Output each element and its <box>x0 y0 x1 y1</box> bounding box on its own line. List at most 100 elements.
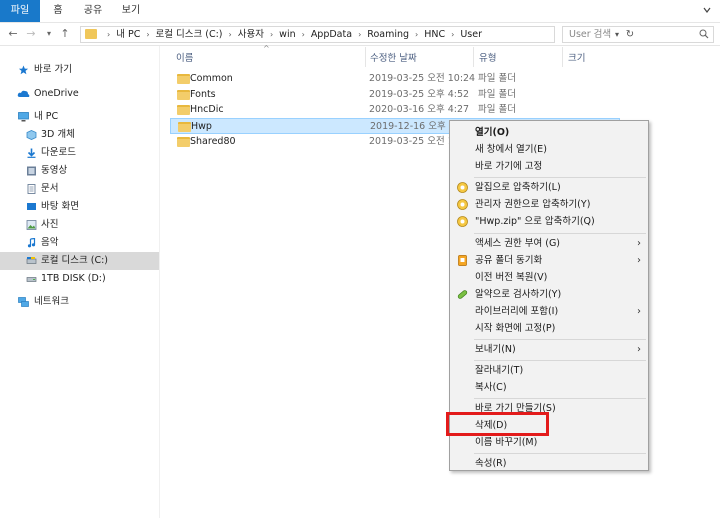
address-bar[interactable]: › 내 PC › 로컬 디스크 (C:) › 사용자 › win › AppData › Roamin… <box>80 26 634 43</box>
file-date: 2020-03-16 오후 4:27 <box>369 104 470 115</box>
file-date: 2019-03-25 오전 1 <box>369 136 454 147</box>
menu-separator <box>474 453 646 454</box>
alzip-zip-icon <box>457 216 468 227</box>
menu-item-send-to[interactable]: 보내기(N) › <box>451 341 647 358</box>
crumb-hnc[interactable]: HNC <box>424 29 445 40</box>
sidebar-item-onedrive[interactable]: OneDrive <box>0 85 159 103</box>
file-date: 2019-03-25 오전 10:24 <box>369 73 476 84</box>
drive-icon <box>26 257 37 264</box>
sidebar-item-documents[interactable]: 문서 <box>0 180 159 198</box>
picture-icon <box>26 220 37 230</box>
menu-item-alyac-scan[interactable]: 알약으로 검사하기(Y) <box>451 286 647 303</box>
music-icon <box>27 238 36 248</box>
menu-item-restore-previous[interactable]: 이전 버전 복원(V) <box>451 269 647 286</box>
sidebar-item-label: OneDrive <box>34 88 79 99</box>
navigation-bar: ← → ▾ ↑ › 내 PC › 로컬 디스크 (C:) › 사용자 › win › AppDat… <box>0 22 720 46</box>
sidebar-item-network[interactable]: 네트워크 <box>0 293 159 311</box>
recent-dropdown-icon[interactable]: ▾ <box>42 27 56 41</box>
menu-item-alzip-admin[interactable]: 관리자 권한으로 압축하기(Y) <box>451 196 647 213</box>
sidebar-item-3d-objects[interactable]: 3D 개체 <box>0 126 159 144</box>
submenu-arrow-icon: › <box>637 238 641 249</box>
menu-item-include-library[interactable]: 라이브러리에 포함(I) › <box>451 303 647 320</box>
file-name: Shared80 <box>190 136 236 147</box>
menu-item-properties[interactable]: 속성(R) <box>451 455 647 472</box>
crumb-users[interactable]: 사용자 <box>238 29 264 40</box>
crumb-local-disk[interactable]: 로컬 디스크 (C:) <box>156 29 223 40</box>
sidebar-item-label: 바로 가기 <box>34 64 72 75</box>
menu-item-compress-zip[interactable]: "Hwp.zip" 으로 압축하기(Q) <box>451 213 647 230</box>
sort-ascending-icon: ^ <box>263 44 270 53</box>
folder-icon <box>85 29 97 39</box>
tab-share[interactable]: 공유 <box>78 0 108 22</box>
cloud-icon <box>17 90 30 97</box>
sidebar-item-pictures[interactable]: 사진 <box>0 216 159 234</box>
sidebar-item-label: 내 PC <box>34 111 59 122</box>
column-header-date[interactable]: 수정한 날짜 <box>370 52 417 66</box>
sidebar-item-label: 바탕 화면 <box>41 201 79 212</box>
menu-item-alzip-compress[interactable]: 알집으로 압축하기(L) <box>451 179 647 196</box>
tab-view[interactable]: 보기 <box>116 0 146 22</box>
menu-item-give-access[interactable]: 액세스 권한 부여 (G) › <box>451 235 647 252</box>
menu-item-pin-start[interactable]: 시작 화면에 고정(P) <box>451 320 647 337</box>
menu-item-rename[interactable]: 이름 바꾸기(M) <box>451 434 647 451</box>
tab-file[interactable]: 파일 <box>0 0 40 22</box>
menu-item-copy[interactable]: 복사(C) <box>451 379 647 396</box>
menu-item-cut[interactable]: 잘라내기(T) <box>451 362 647 379</box>
menu-separator <box>474 339 646 340</box>
file-row-hncdic[interactable]: HncDic 2020-03-16 오후 4:27 파일 폴더 <box>170 102 620 118</box>
sidebar-item-downloads[interactable]: 다운로드 <box>0 144 159 162</box>
folder-icon <box>177 90 190 100</box>
folder-icon <box>177 137 190 147</box>
menu-item-open[interactable]: 열기(O) <box>451 124 647 141</box>
crumb-win[interactable]: win <box>279 29 295 40</box>
column-header-type[interactable]: 유형 <box>479 52 496 66</box>
back-arrow-icon[interactable]: ← <box>6 27 20 41</box>
tab-home[interactable]: 홈 <box>45 0 71 22</box>
sidebar-item-desktop[interactable]: 바탕 화면 <box>0 198 159 216</box>
folder-icon <box>177 74 190 84</box>
column-divider[interactable] <box>473 47 474 67</box>
crumb-user[interactable]: User <box>460 29 482 40</box>
sidebar-item-quick-access[interactable]: 바로 가기 <box>0 61 159 79</box>
crumb-roaming[interactable]: Roaming <box>367 29 409 40</box>
crumb-appdata[interactable]: AppData <box>311 29 352 40</box>
column-divider[interactable] <box>562 47 563 67</box>
expand-ribbon-icon[interactable] <box>702 5 712 15</box>
file-row-common[interactable]: Common 2019-03-25 오전 10:24 파일 폴더 <box>170 71 620 87</box>
sidebar-item-videos[interactable]: 동영상 <box>0 162 159 180</box>
sidebar-item-d-drive[interactable]: 1TB DISK (D:) <box>0 270 159 288</box>
drive-icon <box>26 277 37 282</box>
sidebar-item-local-disk[interactable]: 로컬 디스크 (C:) <box>0 252 159 270</box>
menu-item-sync-shared-folder[interactable]: 공유 폴더 동기화 › <box>451 252 647 269</box>
search-icon[interactable] <box>699 29 709 39</box>
alzip-admin-icon <box>457 199 468 210</box>
sidebar-item-label: 다운로드 <box>41 147 76 158</box>
sync-icon <box>458 255 467 266</box>
sidebar-item-label: 동영상 <box>41 165 68 176</box>
search-box[interactable]: User 검색 <box>562 26 714 43</box>
up-arrow-icon[interactable]: ↑ <box>58 27 72 41</box>
video-icon <box>27 166 36 176</box>
column-header-name[interactable]: 이름 <box>176 52 193 66</box>
submenu-arrow-icon: › <box>637 344 641 355</box>
forward-arrow-icon[interactable]: → <box>24 27 38 41</box>
alyac-icon <box>457 290 468 299</box>
file-row-fonts[interactable]: Fonts 2019-03-25 오후 4:52 파일 폴더 <box>170 87 620 103</box>
file-type: 파일 폴더 <box>478 89 516 100</box>
folder-icon <box>177 105 190 115</box>
sidebar-item-label: 음악 <box>41 237 59 248</box>
delete-highlight-box <box>446 412 549 436</box>
menu-item-open-new-window[interactable]: 새 창에서 열기(E) <box>451 141 647 158</box>
column-header-size[interactable]: 크기 <box>568 52 585 66</box>
breadcrumb: › 내 PC › 로컬 디스크 (C:) › 사용자 › win › AppData › Roamin… <box>107 29 482 40</box>
computer-icon <box>18 112 29 122</box>
menu-separator <box>474 177 646 178</box>
menu-item-pin-quick-access[interactable]: 바로 가기에 고정 <box>451 158 647 175</box>
file-name: Fonts <box>190 89 216 100</box>
search-placeholder: User 검색 <box>569 29 612 40</box>
sidebar-item-this-pc[interactable]: 내 PC <box>0 108 159 126</box>
column-divider[interactable] <box>365 47 366 67</box>
crumb-this-pc[interactable]: 내 PC <box>116 29 140 40</box>
sidebar-item-music[interactable]: 음악 <box>0 234 159 252</box>
sidebar-item-label: 사진 <box>41 219 59 230</box>
